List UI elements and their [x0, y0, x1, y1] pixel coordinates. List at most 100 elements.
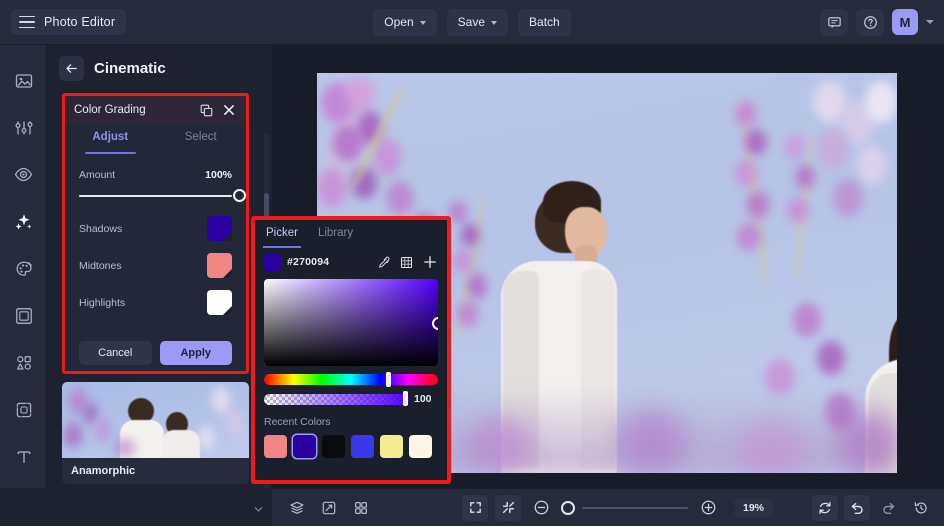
frame-icon: [15, 307, 32, 324]
zoom-slider-track[interactable]: [582, 506, 688, 509]
sidebar-item-adjust[interactable]: [0, 104, 47, 151]
alpha-slider[interactable]: [264, 393, 409, 405]
recent-color-swatch[interactable]: [409, 435, 432, 458]
bottom-left-tools: [284, 495, 374, 521]
shadows-color-swatch[interactable]: [207, 216, 232, 241]
open-button[interactable]: Open: [373, 8, 437, 36]
color-grading-actions: Cancel Apply: [79, 341, 232, 365]
account-chevron-down-icon[interactable]: [926, 20, 934, 24]
hue-slider-handle[interactable]: [386, 372, 392, 387]
saturation-value-field[interactable]: [264, 279, 438, 366]
color-grading-body: Adjust Select Amount 100% Shadows Midton…: [65, 124, 247, 371]
undo-button[interactable]: [844, 494, 870, 521]
fit-screen-button[interactable]: [462, 494, 488, 521]
save-label: Save: [457, 15, 486, 29]
tab-adjust[interactable]: Adjust: [65, 124, 156, 154]
save-button[interactable]: Save: [446, 8, 509, 36]
sidebar-item-effects[interactable]: [0, 151, 47, 198]
app-menu-button[interactable]: Photo Editor: [11, 9, 127, 35]
sidebar-item-shapes[interactable]: [0, 339, 47, 386]
panel-header: Cinematic: [47, 45, 272, 92]
highlights-row: Highlights: [65, 290, 246, 315]
transform-button[interactable]: [316, 495, 342, 521]
zoom-out-icon: [534, 500, 548, 515]
sidebar-item-crop[interactable]: [0, 386, 47, 433]
tab-library[interactable]: Library: [315, 220, 356, 248]
panel-collapse-icon[interactable]: [253, 502, 264, 520]
sidebar-item-image[interactable]: [0, 57, 47, 104]
recent-color-swatch[interactable]: [264, 435, 287, 458]
sidebar-item-ai-enhance[interactable]: [0, 198, 47, 245]
color-grading-header: Color Grading: [65, 96, 246, 124]
palette-grid-button[interactable]: [398, 254, 415, 271]
preset-caption: Anamorphic: [71, 465, 136, 477]
zoom-out-button[interactable]: [528, 495, 554, 521]
amount-slider[interactable]: [65, 188, 246, 204]
crop-icon: [16, 402, 31, 417]
tool-rail: [0, 45, 47, 526]
amount-slider-track: [79, 195, 232, 197]
history-button[interactable]: [908, 495, 934, 521]
midtones-color-swatch[interactable]: [207, 253, 232, 278]
zoom-level[interactable]: 19%: [734, 498, 774, 517]
recent-colors-label: Recent Colors: [264, 416, 331, 428]
comment-button[interactable]: [820, 8, 848, 36]
back-button[interactable]: [59, 56, 84, 81]
sparkles-icon: [15, 214, 32, 230]
reset-rotate-button[interactable]: [812, 494, 838, 521]
redo-button[interactable]: [876, 495, 902, 521]
recent-color-swatch[interactable]: [293, 435, 316, 458]
preset-card-anamorphic[interactable]: Anamorphic: [62, 382, 249, 484]
sidebar-item-color[interactable]: [0, 245, 47, 292]
bottom-right-tools: [812, 494, 934, 521]
sv-cursor[interactable]: [432, 317, 438, 330]
hue-slider[interactable]: [264, 372, 438, 387]
grid-icon: [400, 256, 413, 268]
tab-picker[interactable]: Picker: [263, 220, 301, 248]
alpha-value: 100: [414, 393, 432, 405]
alpha-slider-handle[interactable]: [403, 391, 408, 406]
avatar[interactable]: M: [892, 9, 918, 35]
amount-slider-knob[interactable]: [233, 189, 246, 202]
bottom-bar: 19%: [272, 488, 944, 526]
duplicate-button[interactable]: [198, 102, 215, 119]
amount-value: 100%: [205, 169, 232, 181]
color-picker-tabs: Picker Library: [255, 220, 447, 248]
shadows-row: Shadows: [65, 216, 246, 241]
help-circle-icon: [863, 15, 877, 29]
undo-icon: [851, 502, 863, 514]
preset-thumbnail: [62, 382, 249, 458]
top-center-actions: Open Save Batch: [342, 8, 602, 36]
shrink-button[interactable]: [495, 494, 521, 521]
layers-stack-button[interactable]: [284, 495, 310, 521]
sv-black-overlay: [264, 279, 438, 366]
eyedropper-button[interactable]: [375, 254, 392, 271]
hex-value[interactable]: #270094: [287, 256, 369, 268]
reset-rotate-icon: [819, 501, 831, 514]
recent-color-swatch[interactable]: [380, 435, 403, 458]
zoom-slider-knob[interactable]: [561, 500, 575, 515]
sliders-icon: [14, 121, 33, 134]
current-color-chip[interactable]: [264, 253, 281, 271]
close-button[interactable]: [220, 102, 237, 119]
chevron-down-icon: [491, 20, 498, 25]
transform-icon: [322, 501, 336, 514]
grid-view-button[interactable]: [348, 495, 374, 521]
sidebar-item-frame[interactable]: [0, 292, 47, 339]
batch-button[interactable]: Batch: [518, 8, 571, 36]
zoom-in-button[interactable]: [695, 495, 721, 521]
tab-select[interactable]: Select: [156, 124, 247, 154]
hex-row: #270094: [255, 251, 447, 273]
add-color-button[interactable]: [421, 254, 438, 271]
recent-color-swatch[interactable]: [351, 435, 374, 458]
highlights-color-swatch[interactable]: [207, 290, 232, 315]
comment-icon: [827, 16, 841, 28]
apply-button[interactable]: Apply: [159, 341, 232, 365]
redo-icon: [883, 502, 895, 514]
text-icon: [17, 450, 30, 463]
help-button[interactable]: [856, 8, 884, 36]
cancel-button[interactable]: Cancel: [79, 341, 152, 365]
sidebar-item-text[interactable]: [0, 433, 47, 480]
recent-color-swatch[interactable]: [322, 435, 345, 458]
arrow-left-icon: [66, 64, 77, 73]
